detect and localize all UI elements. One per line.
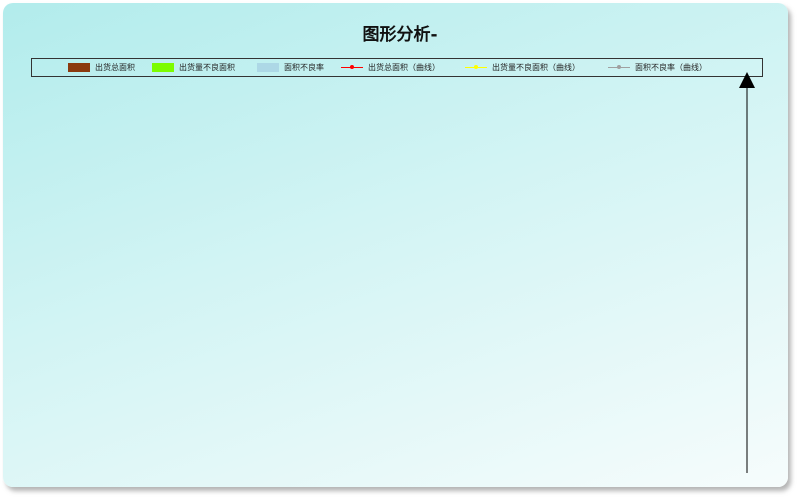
chart-axis-layer [739, 72, 755, 473]
y-axis-arrow-icon [739, 72, 755, 88]
